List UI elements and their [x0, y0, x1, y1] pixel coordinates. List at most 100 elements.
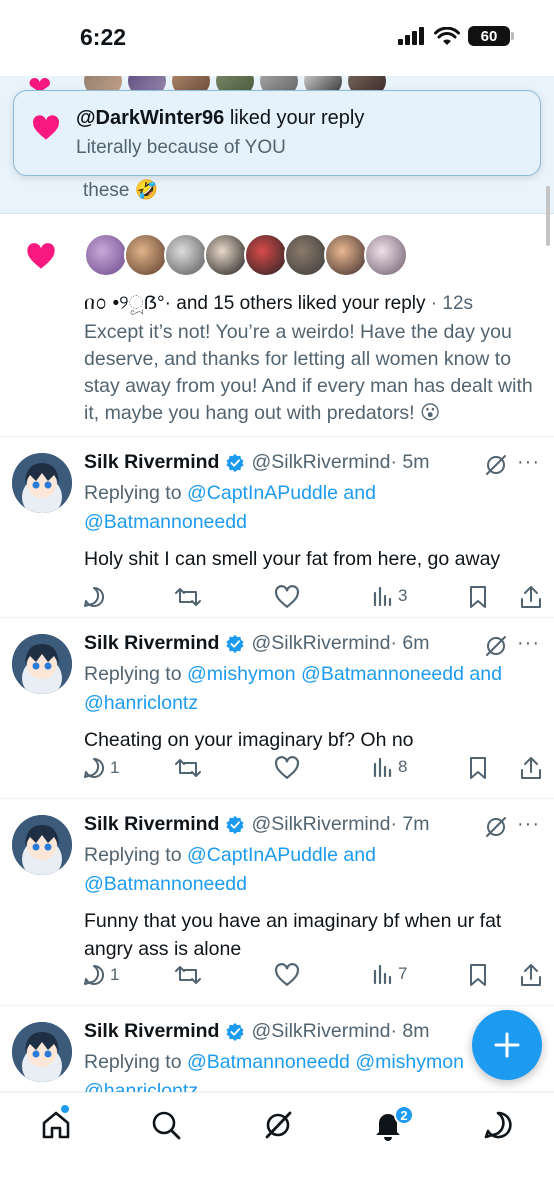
retweet-icon — [175, 966, 201, 984]
bookmark-icon — [470, 757, 486, 779]
toast-text: Literally because of YOU — [76, 137, 286, 158]
share-button[interactable] — [520, 585, 542, 609]
battery-icon: 60 — [468, 26, 514, 46]
avatar[interactable] — [84, 233, 128, 277]
avatar[interactable] — [12, 453, 72, 513]
home-icon[interactable] — [40, 1109, 72, 1141]
anime-avatar-icon — [12, 1022, 72, 1082]
avatar[interactable] — [12, 1022, 72, 1082]
scrollbar[interactable] — [546, 186, 550, 246]
views-button[interactable]: 3 — [372, 585, 407, 607]
share-icon — [521, 964, 541, 986]
tweet[interactable]: Silk Rivermind @SilkRivermind · 8m ··· R… — [0, 1006, 554, 1102]
more-options-icon[interactable]: ··· — [517, 813, 540, 836]
views-icon — [373, 964, 392, 985]
author-name[interactable]: Silk Rivermind — [84, 451, 219, 474]
more-options-icon[interactable]: ··· — [517, 451, 540, 474]
replying-to: Replying to @CaptInAPuddle and @Batmanno… — [84, 841, 534, 899]
verified-badge-icon — [226, 1022, 245, 1041]
reply-icon — [84, 757, 105, 778]
grok-icon[interactable] — [484, 634, 508, 658]
reply-button[interactable]: 1 — [82, 963, 119, 987]
reply-button[interactable]: 1 — [82, 756, 119, 780]
tweet-time: · 6m — [390, 632, 430, 654]
author-name[interactable]: Silk Rivermind — [84, 632, 219, 655]
verified-badge-icon — [226, 815, 245, 834]
replying-prefix: Replying to — [84, 482, 187, 504]
search-icon[interactable] — [150, 1109, 182, 1141]
tweet-actions: 1 8 — [82, 756, 544, 782]
retweet-button[interactable] — [174, 585, 202, 609]
grok-icon[interactable] — [484, 815, 508, 839]
toast-title: @DarkWinter96 liked your reply — [76, 107, 364, 130]
messages-icon[interactable] — [482, 1109, 514, 1141]
like-notification[interactable]: በ᭵ •୨ූẞ°· and 15 others liked your reply… — [0, 215, 554, 437]
bookmark-button[interactable] — [468, 756, 488, 780]
tweet-text: Funny that you have an imaginary bf when… — [84, 910, 502, 960]
grok-icon[interactable] — [262, 1109, 294, 1141]
author-handle[interactable]: @SilkRivermind — [251, 1020, 390, 1043]
replying-to: Replying to @mishymon @Batmannoneedd and… — [84, 660, 534, 718]
author-name[interactable]: Silk Rivermind — [84, 1020, 219, 1043]
replying-prefix: Replying to — [84, 663, 187, 685]
like-summary: በ᭵ •୨ූẞ°· and 15 others liked your reply… — [84, 289, 473, 323]
retweet-button[interactable] — [174, 963, 202, 987]
heart-outline-icon — [275, 963, 299, 986]
views-button[interactable]: 8 — [372, 756, 407, 778]
author-handle[interactable]: @SilkRivermind — [251, 632, 390, 655]
views-button[interactable]: 7 — [372, 963, 407, 985]
like-button[interactable] — [274, 963, 300, 987]
replying-to: Replying to @CaptInAPuddle and @Batmanno… — [84, 479, 534, 537]
battery-level: 60 — [480, 27, 498, 45]
liker-avatars — [84, 233, 408, 277]
like-toast[interactable]: @DarkWinter96 liked your reply Literally… — [13, 90, 541, 176]
liker-names[interactable]: በ᭵ •୨ූẞ°· — [84, 293, 171, 314]
views-icon — [373, 757, 392, 778]
avatar[interactable] — [284, 233, 328, 277]
reply-count: 1 — [110, 965, 120, 984]
author-name[interactable]: Silk Rivermind — [84, 813, 219, 836]
plus-icon — [494, 1032, 520, 1058]
avatar[interactable] — [244, 233, 288, 277]
share-button[interactable] — [520, 963, 542, 987]
avatar[interactable] — [364, 233, 408, 277]
home-unread-dot — [61, 1105, 69, 1113]
compose-button[interactable] — [472, 1010, 542, 1080]
author-handle[interactable]: @SilkRivermind — [251, 813, 390, 836]
tweet-header: Silk Rivermind @SilkRivermind · 8m — [84, 1020, 429, 1043]
tweet-text: Holy shit I can smell your fat from here… — [84, 548, 501, 570]
reply-button[interactable] — [82, 585, 110, 609]
avatar[interactable] — [204, 233, 248, 277]
tweet-header: Silk Rivermind @SilkRivermind · 7m — [84, 813, 429, 836]
grok-icon[interactable] — [484, 453, 508, 477]
tweet[interactable]: Silk Rivermind @SilkRivermind · 6m ··· R… — [0, 618, 554, 799]
toast-user[interactable]: @DarkWinter96 — [76, 107, 224, 129]
anime-avatar-icon — [12, 634, 72, 694]
bookmark-button[interactable] — [468, 963, 488, 987]
more-options-icon[interactable]: ··· — [517, 632, 540, 655]
author-handle[interactable]: @SilkRivermind — [251, 451, 390, 474]
bottom-nav: 2 — [0, 1092, 554, 1200]
avatar[interactable] — [164, 233, 208, 277]
like-button[interactable] — [274, 585, 300, 609]
heart-icon — [27, 243, 55, 269]
tweet-text: Cheating on your imaginary bf? Oh no — [84, 729, 414, 751]
status-time: 6:22 — [80, 24, 127, 50]
like-summary-text: and 15 others liked your reply — [170, 293, 426, 314]
avatar[interactable] — [12, 815, 72, 875]
anime-avatar-icon — [12, 815, 72, 875]
avatar[interactable] — [124, 233, 168, 277]
like-button[interactable] — [274, 756, 300, 780]
tweet[interactable]: Silk Rivermind @SilkRivermind · 5m ··· R… — [0, 437, 554, 618]
tweet-time: · 7m — [390, 813, 430, 835]
share-icon — [521, 757, 541, 779]
retweet-button[interactable] — [174, 756, 202, 780]
share-button[interactable] — [520, 756, 542, 780]
avatar[interactable] — [12, 634, 72, 694]
tweet[interactable]: Silk Rivermind @SilkRivermind · 7m ··· R… — [0, 799, 554, 1006]
replying-prefix: Replying to — [84, 844, 187, 866]
heart-outline-icon — [275, 585, 299, 608]
bookmark-button[interactable] — [468, 585, 488, 609]
avatar[interactable] — [324, 233, 368, 277]
replying-prefix: Replying to — [84, 1051, 187, 1073]
